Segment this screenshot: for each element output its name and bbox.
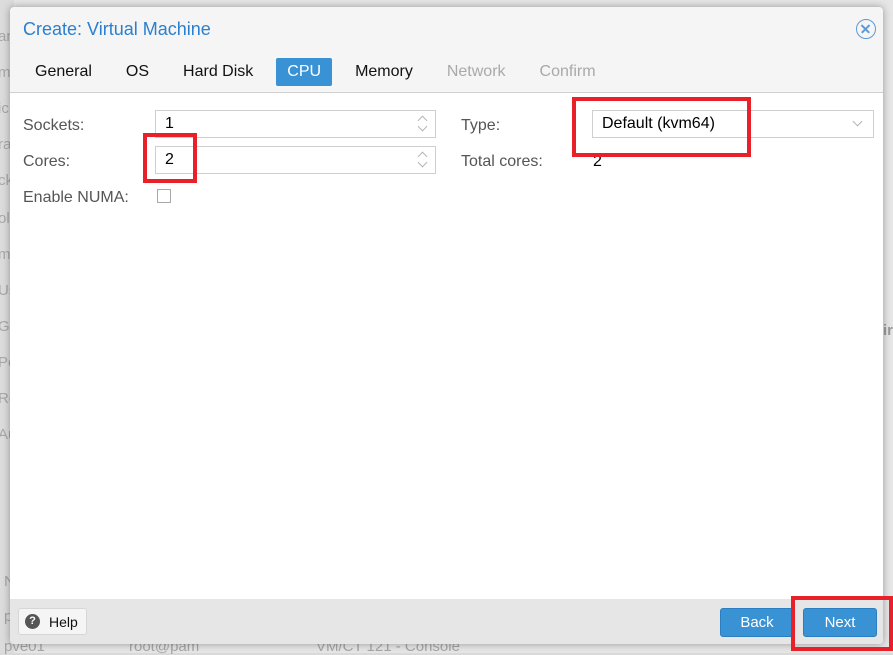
sockets-stepper[interactable]: 1	[155, 110, 436, 138]
total-cores-label: Total cores:	[461, 153, 543, 170]
tab-general[interactable]: General	[24, 58, 103, 86]
tab-memory[interactable]: Memory	[344, 58, 424, 86]
background-nav-fragment: ic	[0, 100, 9, 117]
background-nav-fragment: m	[0, 246, 11, 263]
help-button[interactable]: ? Help	[18, 608, 87, 635]
cores-value: 2	[165, 151, 174, 168]
tab-cpu[interactable]: CPU	[276, 58, 333, 86]
cores-stepper[interactable]: 2	[155, 146, 436, 174]
enable-numa-checkbox[interactable]	[157, 189, 171, 203]
cpu-type-select[interactable]: Default (kvm64)	[592, 110, 874, 138]
wizard-tabs: General OS Hard Disk CPU Memory Network …	[24, 58, 619, 87]
cores-spinner-icon[interactable]	[417, 150, 429, 170]
tab-hard-disk[interactable]: Hard Disk	[172, 58, 264, 86]
total-cores-value: 2	[593, 153, 602, 170]
type-label: Type:	[461, 117, 501, 134]
back-button[interactable]: Back	[720, 608, 794, 637]
enable-numa-label: Enable NUMA:	[23, 189, 129, 206]
question-circle-icon: ?	[25, 614, 40, 629]
dialog-footer: ? Help Back Next	[10, 599, 883, 644]
chevron-down-icon[interactable]	[852, 116, 863, 127]
background-nav-fragment: m	[0, 64, 11, 81]
sockets-label: Sockets:	[23, 117, 85, 134]
close-icon[interactable]	[856, 19, 876, 39]
help-button-label: Help	[49, 614, 78, 630]
next-button[interactable]: Next	[803, 608, 877, 637]
cpu-type-value: Default (kvm64)	[602, 115, 715, 132]
dialog-title: Create: Virtual Machine	[23, 19, 211, 39]
tab-os[interactable]: OS	[115, 58, 160, 86]
background-right-fragment: ir	[882, 322, 893, 339]
tab-confirm: Confirm	[539, 63, 596, 80]
sockets-spinner-icon[interactable]	[417, 114, 429, 134]
tab-network: Network	[446, 63, 506, 80]
cores-label: Cores:	[23, 153, 71, 170]
create-vm-dialog: Create: Virtual Machine General OS Hard …	[10, 7, 883, 644]
cpu-form-panel: Sockets: 1 Cores: 2 Enable NUMA: Type: D…	[10, 92, 883, 600]
sockets-value: 1	[165, 115, 174, 132]
background-nav-fragment: ol	[0, 210, 10, 227]
